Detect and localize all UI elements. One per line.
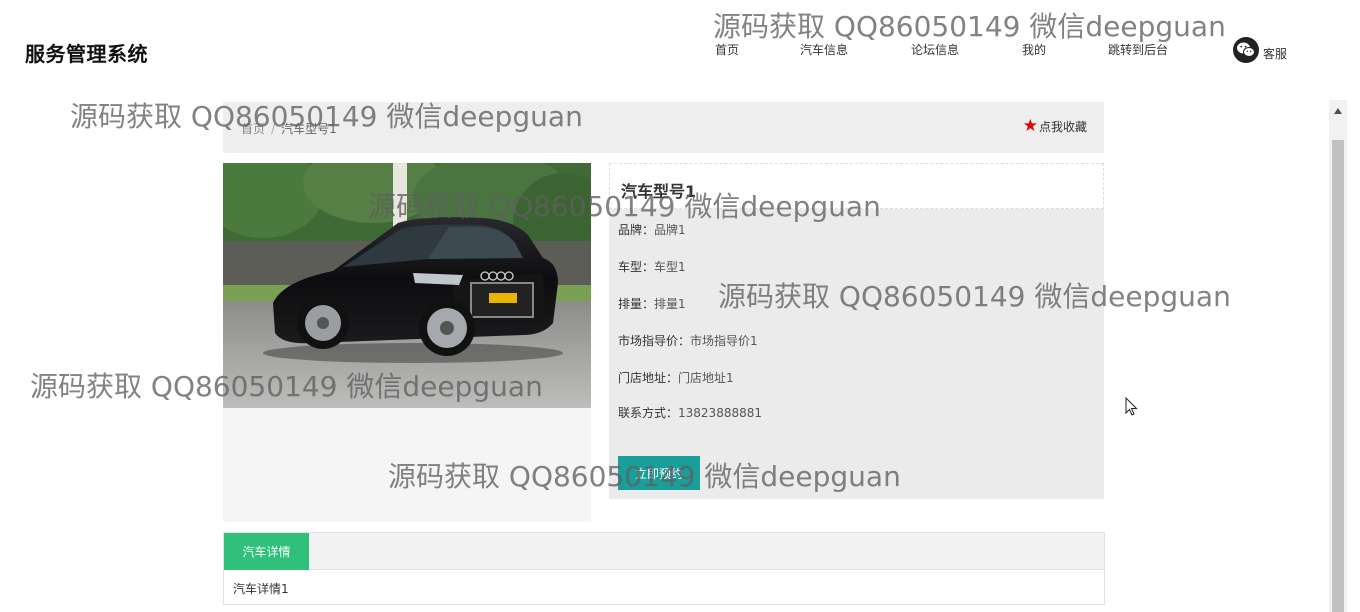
nav-goto-admin[interactable]: 跳转到后台	[1108, 41, 1168, 58]
customer-service-label: 客服	[1263, 47, 1288, 61]
favorite-label: 点我收藏	[1038, 120, 1087, 134]
field-model: 车型：车型1	[618, 258, 686, 275]
nav-home[interactable]: 首页	[715, 41, 739, 58]
field-contact: 联系方式：13823888881	[618, 404, 762, 421]
car-image	[223, 163, 591, 408]
breadcrumb-separator: /	[271, 122, 276, 136]
site-title: 服务管理系统	[25, 42, 148, 66]
field-store-address: 门店地址：门店地址1	[618, 369, 734, 386]
field-contact-key: 联系方式：	[618, 406, 679, 420]
field-contact-value: 13823888881	[678, 406, 762, 420]
breadcrumb-bar: 首页 / 汽车型号1 ★ 点我收藏	[223, 102, 1104, 153]
scrollbar-thumb[interactable]	[1332, 140, 1344, 612]
mouse-cursor-icon	[1125, 396, 1138, 421]
star-icon: ★	[1022, 116, 1038, 136]
wechat-icon	[1233, 37, 1259, 63]
field-brand-key: 品牌：	[618, 223, 655, 237]
car-title: 汽车型号1	[621, 182, 697, 201]
field-displacement-value: 排量1	[654, 297, 686, 311]
page-scrollbar[interactable]	[1329, 100, 1347, 612]
breadcrumb-home[interactable]: 首页	[241, 122, 265, 136]
field-price-value: 市场指导价1	[690, 334, 758, 348]
favorite-button[interactable]: ★ 点我收藏	[1023, 118, 1087, 135]
reserve-button[interactable]: 立即预约	[618, 456, 700, 490]
field-model-key: 车型：	[618, 260, 655, 274]
car-title-box: 汽车型号1	[609, 163, 1104, 209]
field-model-value: 车型1	[654, 260, 686, 274]
detail-tab-bar: 汽车详情	[224, 533, 1104, 570]
watermark-text: 源码获取 QQ86050149 微信deepguan	[713, 10, 1226, 43]
nav-forum-info[interactable]: 论坛信息	[911, 41, 959, 58]
scroll-up-arrow-icon[interactable]	[1329, 104, 1347, 118]
car-info-panel: 汽车型号1 品牌：品牌1 车型：车型1 排量：排量1 市场指导价：市场指导价1 …	[609, 163, 1104, 499]
field-price-key: 市场指导价：	[618, 334, 691, 348]
field-store-address-key: 门店地址：	[618, 371, 679, 385]
field-brand-value: 品牌1	[654, 223, 686, 237]
nav-mine[interactable]: 我的	[1022, 41, 1046, 58]
tab-car-detail[interactable]: 汽车详情	[224, 533, 309, 570]
car-detail-section: 汽车详情 汽车详情1	[223, 532, 1105, 605]
customer-service-button[interactable]: 客服	[1233, 37, 1287, 63]
field-store-address-value: 门店地址1	[678, 371, 734, 385]
nav-car-info[interactable]: 汽车信息	[800, 41, 848, 58]
field-displacement: 排量：排量1	[618, 295, 686, 312]
car-detail-content: 汽车详情1	[233, 582, 289, 596]
field-price: 市场指导价：市场指导价1	[618, 332, 758, 349]
car-image-panel	[223, 163, 591, 522]
breadcrumb-current: 汽车型号1	[281, 122, 337, 136]
field-brand: 品牌：品牌1	[618, 221, 686, 238]
breadcrumb: 首页 / 汽车型号1	[241, 120, 337, 137]
field-displacement-key: 排量：	[618, 297, 655, 311]
